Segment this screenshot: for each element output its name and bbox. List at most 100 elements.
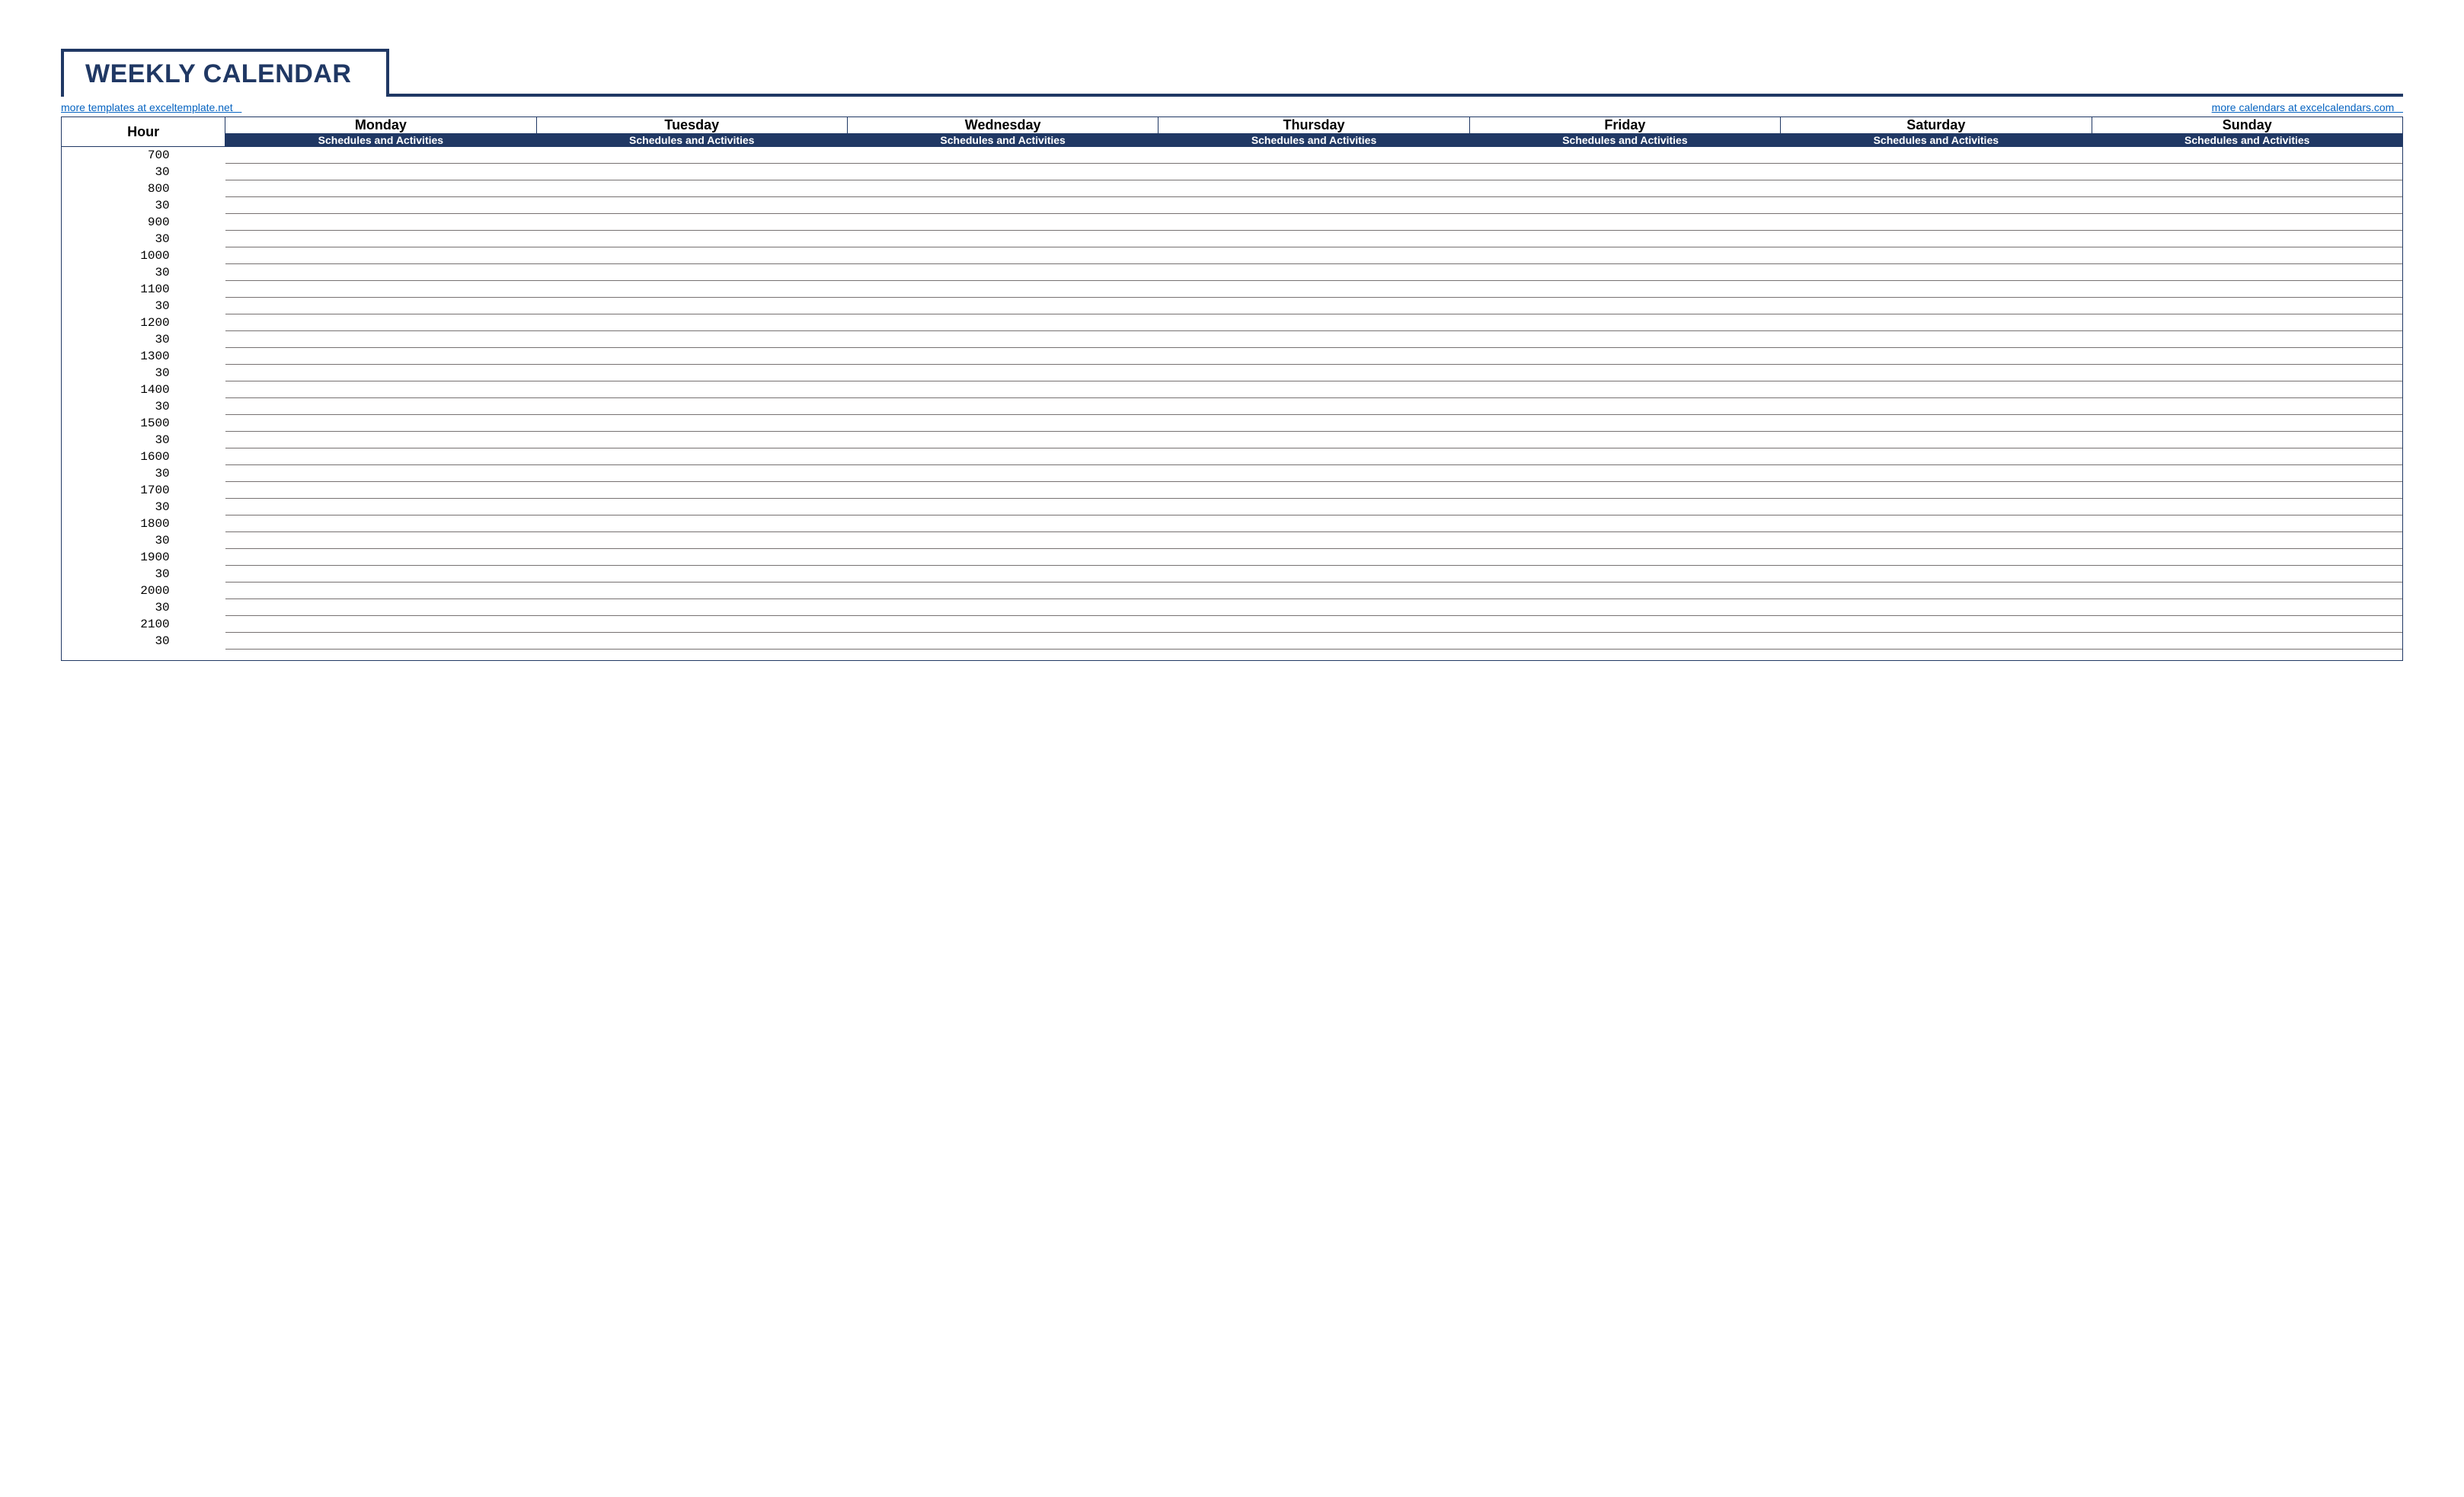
- schedule-slot[interactable]: [2092, 599, 2402, 616]
- schedule-slot[interactable]: [225, 314, 536, 331]
- schedule-slot[interactable]: [847, 482, 1158, 499]
- schedule-slot[interactable]: [1781, 381, 2092, 398]
- schedule-slot[interactable]: [1781, 147, 2092, 164]
- schedule-slot[interactable]: [2092, 214, 2402, 231]
- schedule-slot[interactable]: [1781, 314, 2092, 331]
- schedule-slot[interactable]: [536, 381, 847, 398]
- schedule-slot[interactable]: [2092, 415, 2402, 432]
- schedule-slot[interactable]: [2092, 147, 2402, 164]
- schedule-slot[interactable]: [536, 599, 847, 616]
- schedule-slot[interactable]: [1469, 499, 1780, 515]
- schedule-slot[interactable]: [1469, 465, 1780, 482]
- schedule-slot[interactable]: [1158, 348, 1469, 365]
- schedule-slot[interactable]: [1158, 515, 1469, 532]
- schedule-slot[interactable]: [1158, 465, 1469, 482]
- schedule-slot[interactable]: [536, 180, 847, 197]
- schedule-slot[interactable]: [536, 465, 847, 482]
- schedule-slot[interactable]: [847, 147, 1158, 164]
- schedule-slot[interactable]: [1469, 147, 1780, 164]
- schedule-slot[interactable]: [847, 348, 1158, 365]
- schedule-slot[interactable]: [847, 314, 1158, 331]
- schedule-slot[interactable]: [225, 214, 536, 231]
- schedule-slot[interactable]: [847, 532, 1158, 549]
- schedule-slot[interactable]: [1781, 515, 2092, 532]
- schedule-slot[interactable]: [225, 499, 536, 515]
- schedule-slot[interactable]: [1158, 180, 1469, 197]
- schedule-slot[interactable]: [225, 616, 536, 633]
- schedule-slot[interactable]: [1158, 549, 1469, 566]
- schedule-slot[interactable]: [847, 264, 1158, 281]
- schedule-slot[interactable]: [1469, 331, 1780, 348]
- link-more-calendars[interactable]: more calendars at excelcalendars.com: [2212, 101, 2403, 113]
- schedule-slot[interactable]: [225, 515, 536, 532]
- schedule-slot[interactable]: [2092, 398, 2402, 415]
- schedule-slot[interactable]: [1158, 381, 1469, 398]
- schedule-slot[interactable]: [1781, 281, 2092, 298]
- schedule-slot[interactable]: [1469, 583, 1780, 599]
- schedule-slot[interactable]: [1469, 264, 1780, 281]
- schedule-slot[interactable]: [536, 264, 847, 281]
- schedule-slot[interactable]: [1469, 214, 1780, 231]
- schedule-slot[interactable]: [1469, 633, 1780, 661]
- schedule-slot[interactable]: [536, 197, 847, 214]
- schedule-slot[interactable]: [1158, 532, 1469, 549]
- schedule-slot[interactable]: [1158, 314, 1469, 331]
- schedule-slot[interactable]: [536, 482, 847, 499]
- schedule-slot[interactable]: [1469, 515, 1780, 532]
- schedule-slot[interactable]: [225, 398, 536, 415]
- schedule-slot[interactable]: [1781, 247, 2092, 264]
- schedule-slot[interactable]: [847, 515, 1158, 532]
- schedule-slot[interactable]: [1158, 633, 1469, 661]
- schedule-slot[interactable]: [1781, 415, 2092, 432]
- schedule-slot[interactable]: [1469, 180, 1780, 197]
- schedule-slot[interactable]: [1469, 549, 1780, 566]
- schedule-slot[interactable]: [1781, 633, 2092, 661]
- schedule-slot[interactable]: [847, 365, 1158, 381]
- schedule-slot[interactable]: [1781, 616, 2092, 633]
- schedule-slot[interactable]: [1469, 448, 1780, 465]
- schedule-slot[interactable]: [1158, 147, 1469, 164]
- schedule-slot[interactable]: [1781, 432, 2092, 448]
- schedule-slot[interactable]: [536, 415, 847, 432]
- schedule-slot[interactable]: [1781, 164, 2092, 180]
- schedule-slot[interactable]: [536, 365, 847, 381]
- schedule-slot[interactable]: [536, 398, 847, 415]
- schedule-slot[interactable]: [2092, 331, 2402, 348]
- schedule-slot[interactable]: [2092, 197, 2402, 214]
- schedule-slot[interactable]: [2092, 348, 2402, 365]
- schedule-slot[interactable]: [1158, 398, 1469, 415]
- schedule-slot[interactable]: [536, 448, 847, 465]
- schedule-slot[interactable]: [225, 247, 536, 264]
- schedule-slot[interactable]: [536, 314, 847, 331]
- schedule-slot[interactable]: [1158, 482, 1469, 499]
- schedule-slot[interactable]: [1781, 298, 2092, 314]
- schedule-slot[interactable]: [225, 180, 536, 197]
- schedule-slot[interactable]: [1158, 247, 1469, 264]
- schedule-slot[interactable]: [2092, 616, 2402, 633]
- schedule-slot[interactable]: [536, 298, 847, 314]
- schedule-slot[interactable]: [2092, 164, 2402, 180]
- schedule-slot[interactable]: [847, 583, 1158, 599]
- schedule-slot[interactable]: [225, 566, 536, 583]
- schedule-slot[interactable]: [536, 281, 847, 298]
- schedule-slot[interactable]: [536, 164, 847, 180]
- schedule-slot[interactable]: [1158, 566, 1469, 583]
- schedule-slot[interactable]: [225, 281, 536, 298]
- schedule-slot[interactable]: [2092, 515, 2402, 532]
- schedule-slot[interactable]: [225, 633, 536, 661]
- schedule-slot[interactable]: [1781, 197, 2092, 214]
- schedule-slot[interactable]: [1781, 448, 2092, 465]
- schedule-slot[interactable]: [225, 147, 536, 164]
- schedule-slot[interactable]: [1469, 532, 1780, 549]
- schedule-slot[interactable]: [847, 499, 1158, 515]
- schedule-slot[interactable]: [2092, 583, 2402, 599]
- schedule-slot[interactable]: [536, 247, 847, 264]
- schedule-slot[interactable]: [1158, 432, 1469, 448]
- schedule-slot[interactable]: [847, 566, 1158, 583]
- schedule-slot[interactable]: [1158, 298, 1469, 314]
- schedule-slot[interactable]: [1469, 482, 1780, 499]
- schedule-slot[interactable]: [2092, 180, 2402, 197]
- schedule-slot[interactable]: [225, 415, 536, 432]
- schedule-slot[interactable]: [847, 231, 1158, 247]
- schedule-slot[interactable]: [225, 599, 536, 616]
